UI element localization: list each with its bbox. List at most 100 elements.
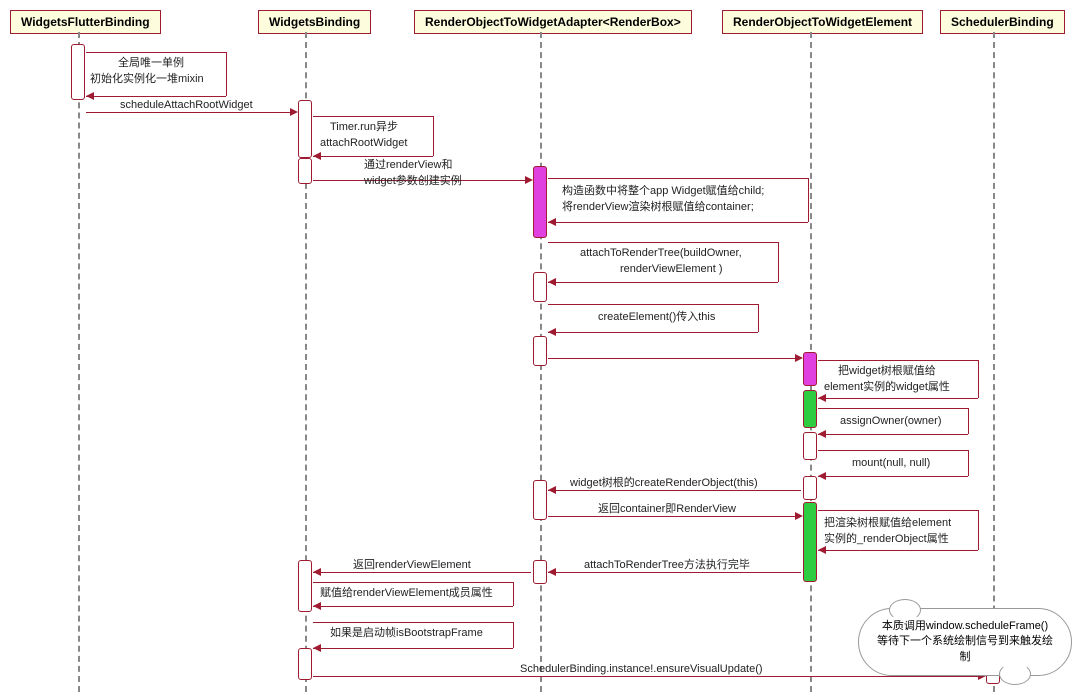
msg-label: attachToRenderTree方法执行完毕 [584,558,750,572]
arrow [808,178,809,222]
msg-label: 全局唯一单例 [118,56,184,70]
arrow-head [313,602,321,610]
msg-label: SchedulerBinding.instance!.ensureVisualU… [520,662,763,676]
msg-label: 把widget树根赋值给 [838,364,936,378]
arrow [978,360,979,398]
arrow [86,52,226,53]
participant-widgets-flutter-binding: WidgetsFlutterBinding [10,10,161,34]
arrow [818,450,968,451]
msg-label: createElement()传入this [598,310,715,324]
arrow-head [818,546,826,554]
activation-box [803,432,817,460]
msg-label: attachToRenderTree(buildOwner, [580,246,742,260]
arrow [758,304,759,332]
msg-label: assignOwner(owner) [840,414,941,428]
arrow-head [818,472,826,480]
activation-box [533,272,547,302]
arrow [818,510,978,511]
arrow [548,222,808,223]
msg-label: element实例的widget属性 [824,380,950,394]
msg-label: widget参数创建实例 [364,174,462,188]
arrow-head [548,486,556,494]
activation-box [803,476,817,500]
msg-label: 赋值给renderViewElement成员属性 [320,586,493,600]
arrow-head [86,92,94,100]
activation-box [533,480,547,520]
arrow [548,358,801,359]
arrow [548,242,778,243]
msg-label: Timer.run异步 [330,120,398,134]
msg-label: 如果是启动帧isBootstrapFrame [330,626,483,640]
arrow-head [313,152,321,160]
arrow-head [313,568,321,576]
arrow-head [548,218,556,226]
msg-label: 把渲染树根赋值给element [824,516,951,530]
msg-label: 初始化实例化一堆mixin [90,72,204,86]
msg-label: mount(null, null) [852,456,930,470]
arrow [313,606,513,607]
activation-box [298,100,312,158]
arrow-head [818,394,826,402]
activation-box [803,502,817,582]
msg-label: 返回renderViewElement [353,558,471,572]
arrow [968,450,969,476]
arrow-head [313,644,321,652]
arrow [548,304,758,305]
msg-label: scheduleAttachRootWidget [120,98,253,112]
arrow-head [795,512,803,520]
arrow [226,52,227,96]
arrow [968,408,969,434]
arrow [313,156,433,157]
arrow [313,648,513,649]
arrow-head [795,354,803,362]
msg-label: 返回container即RenderView [598,502,736,516]
arrow [778,242,779,282]
arrow-head [548,278,556,286]
activation-box [298,560,312,612]
activation-box [298,158,312,184]
arrow [548,178,808,179]
msg-label: 通过renderView和 [364,158,452,172]
note-cloud: 本质调用window.scheduleFrame() 等待下一个系统绘制信号到来… [858,608,1072,676]
arrow [86,96,226,97]
arrow [548,332,758,333]
arrow [818,408,968,409]
arrow [818,550,978,551]
activation-box [533,166,547,238]
msg-label: attachRootWidget [320,136,407,150]
arrow [313,622,513,623]
arrow-head [525,176,533,184]
activation-box [533,560,547,584]
activation-box [71,44,85,100]
lifeline [78,32,80,692]
arrow-head [548,328,556,336]
arrow-head [548,568,556,576]
arrow [818,360,978,361]
arrow [313,116,433,117]
arrow [548,282,778,283]
arrow [818,476,968,477]
participant-scheduler-binding: SchedulerBinding [940,10,1065,34]
arrow-head [290,108,298,116]
msg-label: renderViewElement ) [620,262,723,276]
participant-render-adapter: RenderObjectToWidgetAdapter<RenderBox> [414,10,692,34]
arrow [818,398,978,399]
arrow-head [818,430,826,438]
activation-box [803,352,817,386]
activation-box [533,336,547,366]
msg-label: 构造函数中将整个app Widget赋值给child; [562,184,764,198]
activation-box [298,648,312,680]
participant-render-element: RenderObjectToWidgetElement [722,10,923,34]
activation-box [803,390,817,428]
arrow [313,582,513,583]
msg-label: 将renderView渲染树根赋值给container; [562,200,754,214]
arrow [433,116,434,156]
participant-widgets-binding: WidgetsBinding [258,10,371,34]
arrow [513,582,514,606]
arrow [818,434,968,435]
msg-label: widget树根的createRenderObject(this) [570,476,758,490]
arrow [513,622,514,648]
arrow [978,510,979,550]
lifeline [993,32,995,692]
msg-label: 实例的_renderObject属性 [824,532,949,546]
